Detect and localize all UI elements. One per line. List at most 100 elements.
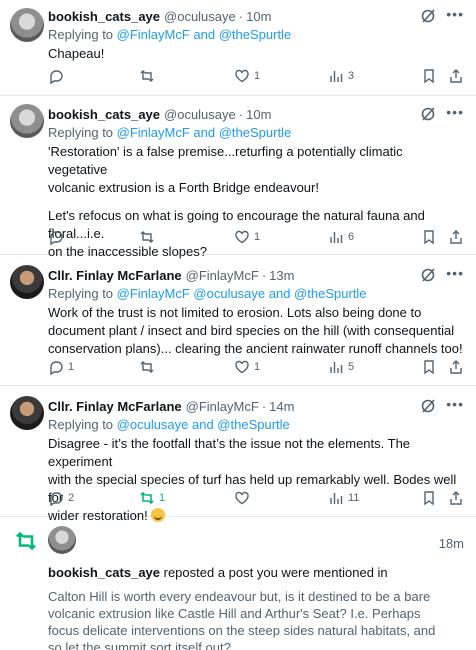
repost-button[interactable] — [139, 359, 159, 375]
bookmark-icon — [424, 360, 434, 375]
repost-arrows-icon — [140, 361, 154, 373]
reply-button[interactable] — [48, 229, 68, 245]
repost-button[interactable]: 1 — [139, 490, 165, 506]
share-upload-icon — [450, 230, 462, 244]
display-name[interactable]: bookish_cats_aye — [48, 107, 160, 122]
share-upload-icon — [450, 360, 462, 374]
replying-prefix: Replying to — [48, 286, 117, 301]
views-button[interactable]: 5 — [328, 359, 354, 375]
bookmark-icon — [424, 230, 434, 245]
share-button[interactable] — [448, 359, 464, 375]
action-bar: 1 3 — [0, 68, 476, 86]
timestamp[interactable]: 14m — [269, 399, 294, 414]
bookmark-button[interactable] — [421, 490, 437, 506]
tweet-text: Work of the trust is not limited to eros… — [48, 304, 464, 358]
bookmark-icon — [424, 491, 434, 506]
view-count: 11 — [348, 492, 360, 504]
user-handle[interactable]: @oculusaye — [164, 107, 236, 122]
display-name[interactable]: bookish_cats_aye — [48, 565, 160, 580]
separator-dot: · — [238, 106, 244, 122]
reply-button[interactable]: 2 — [48, 490, 74, 506]
notification-summary: bookish_cats_aye reposted a post you wer… — [48, 564, 464, 581]
like-button[interactable]: 1 — [234, 229, 260, 245]
reply-count: 1 — [68, 361, 75, 373]
tweet[interactable]: bookish_cats_aye @oculusaye · 10m ••• Re… — [0, 96, 476, 259]
timestamp[interactable]: 10m — [246, 9, 271, 24]
like-button[interactable]: 1 — [234, 359, 260, 375]
repost-arrows-icon — [140, 70, 154, 82]
tweet-text: Chapeau! — [48, 45, 464, 63]
repost-arrows-icon — [16, 531, 36, 551]
user-handle[interactable]: @oculusaye — [164, 9, 236, 24]
timestamp[interactable]: 13m — [269, 268, 294, 283]
repost-button[interactable] — [139, 229, 159, 245]
bookmark-icon — [424, 69, 434, 84]
replying-to-link[interactable]: @FinlayMcF and @theSpurtle — [117, 125, 292, 140]
display-name[interactable]: bookish_cats_aye — [48, 9, 160, 24]
bookmark-button[interactable] — [421, 229, 437, 245]
replying-prefix: Replying to — [48, 125, 117, 140]
share-button[interactable] — [448, 68, 464, 84]
avatar[interactable] — [10, 8, 44, 42]
tweet[interactable]: Cllr. Finlay McFarlane @FinlayMcF · 13m … — [0, 255, 476, 386]
like-button[interactable]: 1 — [234, 68, 260, 84]
speech-bubble-icon — [50, 70, 63, 84]
like-count: 1 — [254, 361, 261, 373]
tweet-header: Cllr. Finlay McFarlane @FinlayMcF · 13m — [48, 267, 464, 283]
views-button[interactable]: 11 — [328, 490, 359, 506]
text-line: conservation plans)... clearing the anci… — [48, 341, 463, 356]
tweet[interactable]: Cllr. Finlay McFarlane @FinlayMcF · 14m … — [0, 386, 476, 523]
avatar[interactable] — [10, 104, 44, 138]
notification-post-text[interactable]: Calton Hill is worth every endeavour but… — [48, 588, 464, 650]
share-upload-icon — [450, 69, 462, 83]
tweet[interactable]: bookish_cats_aye @oculusaye · 10m ••• Re… — [0, 0, 476, 96]
more-dots-icon[interactable]: ••• — [446, 104, 464, 120]
heart-icon — [235, 69, 249, 83]
replying-to-link[interactable]: @FinlayMcF and @theSpurtle — [117, 27, 292, 42]
repost-notification[interactable]: bookish_cats_aye reposted a post you wer… — [0, 517, 476, 650]
more-dots-icon[interactable]: ••• — [446, 6, 464, 22]
grok-slash-icon[interactable] — [420, 267, 436, 283]
user-handle[interactable]: @FinlayMcF — [186, 268, 259, 283]
speech-bubble-icon — [50, 492, 63, 506]
heart-icon — [235, 491, 249, 505]
view-count: 5 — [348, 361, 355, 373]
views-button[interactable]: 3 — [328, 68, 354, 84]
avatar[interactable] — [48, 526, 76, 554]
grok-slash-icon[interactable] — [420, 8, 436, 24]
text-line: Work of the trust is not limited to eros… — [48, 305, 422, 320]
view-count: 3 — [348, 70, 355, 82]
reply-button[interactable]: 1 — [48, 359, 74, 375]
tweet-header: bookish_cats_aye @oculusaye · 10m — [48, 106, 464, 122]
text-line: so let the summit sort itself out? — [48, 640, 231, 650]
reply-button[interactable] — [48, 68, 68, 84]
like-count: 1 — [254, 231, 261, 243]
like-button[interactable] — [234, 490, 254, 506]
replying-to-link[interactable]: @FinlayMcF @oculusaye and @theSpurtle — [117, 286, 367, 301]
avatar[interactable] — [10, 265, 44, 299]
reply-count: 2 — [68, 492, 75, 504]
bookmark-button[interactable] — [421, 68, 437, 84]
bar-chart-icon — [330, 232, 343, 243]
notification-timestamp: 18m — [438, 536, 464, 551]
display-name[interactable]: Cllr. Finlay McFarlane — [48, 399, 182, 414]
repost-button[interactable] — [139, 68, 159, 84]
bookmark-button[interactable] — [421, 359, 437, 375]
avatar[interactable] — [10, 396, 44, 430]
replying-to-link[interactable]: @oculusaye and @theSpurtle — [117, 417, 290, 432]
separator-dot: · — [238, 8, 244, 24]
tweet-header: Cllr. Finlay McFarlane @FinlayMcF · 14m — [48, 398, 464, 414]
more-dots-icon[interactable]: ••• — [446, 396, 464, 412]
like-count: 1 — [254, 70, 261, 82]
share-button[interactable] — [448, 229, 464, 245]
repost-arrows-icon — [140, 491, 154, 505]
share-button[interactable] — [448, 490, 464, 506]
views-button[interactable]: 6 — [328, 229, 354, 245]
grok-slash-icon[interactable] — [420, 398, 436, 414]
user-handle[interactable]: @FinlayMcF — [186, 399, 259, 414]
action-bar: 2 1 11 — [0, 490, 476, 508]
display-name[interactable]: Cllr. Finlay McFarlane — [48, 268, 182, 283]
grok-slash-icon[interactable] — [420, 106, 436, 122]
timestamp[interactable]: 10m — [246, 107, 271, 122]
more-dots-icon[interactable]: ••• — [446, 265, 464, 281]
